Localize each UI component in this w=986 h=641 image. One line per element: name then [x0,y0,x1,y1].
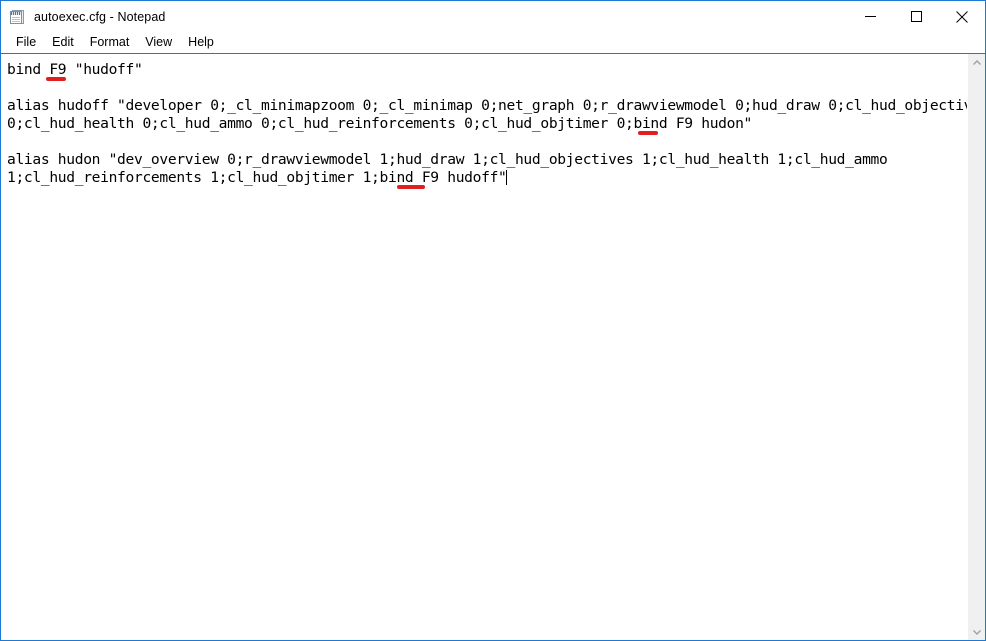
text-line: 0;cl_hud_health 0;cl_hud_ammo 0;cl_hud_r… [7,115,753,132]
menu-item-format[interactable]: Format [82,33,138,52]
notepad-window: autoexec.cfg - Notepad File Edit Format … [0,0,986,641]
text-line: 1;cl_hud_reinforcements 1;cl_hud_objtime… [7,169,507,186]
title-bar[interactable]: autoexec.cfg - Notepad [1,1,985,32]
minimize-button[interactable] [847,1,893,32]
notepad-icon [10,9,26,25]
window-title: autoexec.cfg - Notepad [34,9,166,24]
menu-item-view[interactable]: View [137,33,180,52]
scroll-up-icon[interactable] [968,54,985,71]
text-line [7,133,965,151]
text-caret [505,170,507,185]
menu-bar: File Edit Format View Help [1,32,985,54]
text-editing-surface[interactable]: bind F9 "hudoff" alias hudoff "developer … [1,54,967,640]
vertical-scrollbar[interactable] [967,54,985,640]
menu-item-file[interactable]: File [8,33,44,52]
scroll-down-icon[interactable] [968,623,985,640]
editor-area: bind F9 "hudoff" alias hudoff "developer … [1,54,985,640]
close-button[interactable] [939,1,985,32]
text-line [7,79,965,97]
text-line: bind F9 "hudoff" [7,61,143,78]
window-controls [847,1,985,32]
menu-item-edit[interactable]: Edit [44,33,82,52]
text-line: alias hudon "dev_overview 0;r_drawviewmo… [7,151,888,168]
menu-item-help[interactable]: Help [180,33,222,52]
maximize-button[interactable] [893,1,939,32]
text-content[interactable]: bind F9 "hudoff" alias hudoff "developer … [7,61,967,187]
text-line: alias hudoff "developer 0;_cl_minimapzoo… [7,97,967,114]
